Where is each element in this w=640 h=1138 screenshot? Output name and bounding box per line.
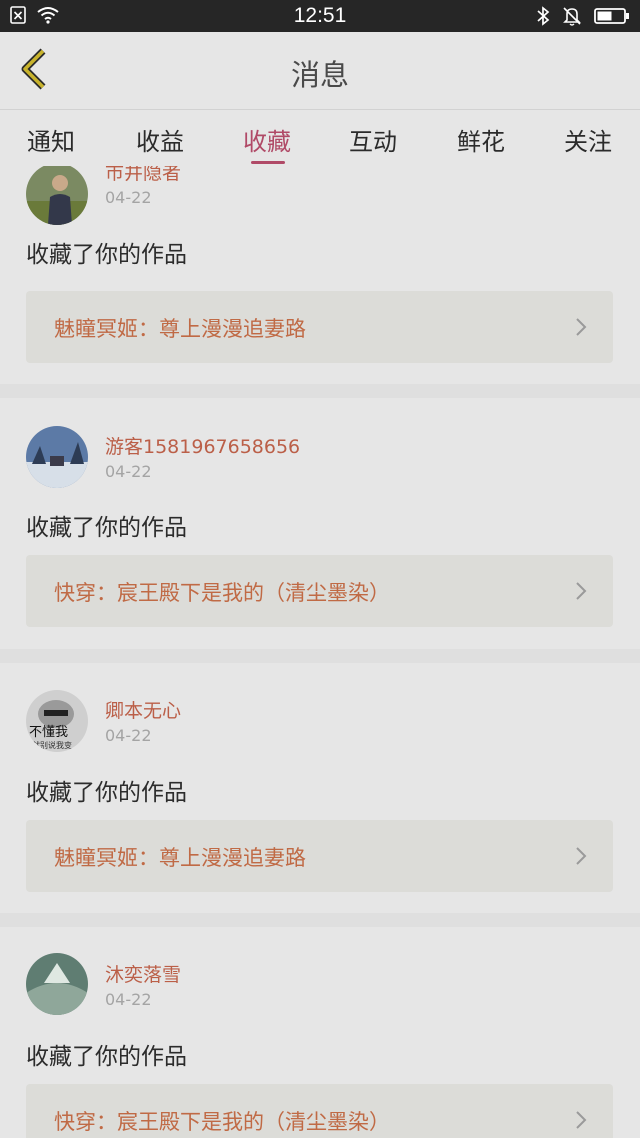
date: 04-22 bbox=[105, 990, 152, 1009]
username[interactable]: 卿本无心 bbox=[105, 696, 181, 723]
username[interactable]: 沐奕落雪 bbox=[105, 960, 181, 987]
battery-icon bbox=[594, 7, 630, 29]
tab-bar: 通知 收益 收藏 互动 鲜花 关注 bbox=[0, 110, 640, 166]
list-item: 沐奕落雪 04-22 收藏了你的作品 快穿：宸王殿下是我的（清尘墨染） bbox=[0, 927, 640, 1138]
chevron-right-icon bbox=[575, 317, 587, 341]
action-text: 收藏了你的作品 bbox=[26, 242, 187, 268]
status-right-icons bbox=[536, 6, 630, 30]
action-text: 收藏了你的作品 bbox=[26, 515, 187, 541]
list-item: 市井隐者 04-22 收藏了你的作品 魅瞳冥姬：尊上漫漫追妻路 bbox=[0, 166, 640, 388]
tab-favorites[interactable]: 收藏 bbox=[227, 122, 307, 157]
action-text: 收藏了你的作品 bbox=[26, 1044, 187, 1070]
separator bbox=[0, 649, 640, 663]
date: 04-22 bbox=[105, 726, 152, 745]
tab-interactions[interactable]: 互动 bbox=[333, 122, 413, 157]
favorites-list[interactable]: 市井隐者 04-22 收藏了你的作品 魅瞳冥姬：尊上漫漫追妻路 游客158196… bbox=[0, 166, 640, 1138]
separator bbox=[0, 384, 640, 398]
work-link[interactable]: 魅瞳冥姬：尊上漫漫追妻路 bbox=[26, 291, 613, 363]
bluetooth-icon bbox=[536, 6, 550, 30]
work-link[interactable]: 魅瞳冥姬：尊上漫漫追妻路 bbox=[26, 820, 613, 892]
page-title: 消息 bbox=[290, 58, 349, 92]
chevron-right-icon bbox=[575, 581, 587, 605]
list-item: 不懂我 就别说我变 卿本无心 04-22 收藏了你的作品 魅瞳冥姬：尊上漫漫追妻… bbox=[0, 663, 640, 915]
list-item: 游客1581967658656 04-22 收藏了你的作品 快穿：宸王殿下是我的… bbox=[0, 398, 640, 650]
action-text: 收藏了你的作品 bbox=[26, 780, 187, 806]
date: 04-22 bbox=[105, 462, 152, 481]
avatar-text: 就别说我变 bbox=[32, 740, 72, 750]
work-title: 快穿：宸王殿下是我的（清尘墨染） bbox=[54, 1110, 390, 1134]
avatar[interactable] bbox=[26, 166, 88, 225]
tab-earnings[interactable]: 收益 bbox=[120, 122, 200, 157]
tab-following[interactable]: 关注 bbox=[548, 122, 628, 157]
tab-notifications[interactable]: 通知 bbox=[11, 122, 91, 157]
status-bar: 12:51 bbox=[0, 0, 640, 32]
active-tab-indicator bbox=[251, 161, 285, 164]
avatar[interactable] bbox=[26, 426, 88, 488]
avatar-text: 不懂我 bbox=[29, 725, 68, 740]
work-link[interactable]: 快穿：宸王殿下是我的（清尘墨染） bbox=[26, 555, 613, 627]
work-title: 魅瞳冥姬：尊上漫漫追妻路 bbox=[54, 846, 306, 870]
separator bbox=[0, 913, 640, 927]
work-title: 魅瞳冥姬：尊上漫漫追妻路 bbox=[54, 317, 306, 341]
work-link[interactable]: 快穿：宸王殿下是我的（清尘墨染） bbox=[26, 1084, 613, 1138]
avatar[interactable] bbox=[26, 953, 88, 1015]
chevron-right-icon bbox=[575, 846, 587, 870]
username[interactable]: 市井隐者 bbox=[105, 166, 181, 185]
username[interactable]: 游客1581967658656 bbox=[105, 432, 300, 459]
tab-flowers[interactable]: 鲜花 bbox=[441, 122, 521, 157]
avatar[interactable]: 不懂我 就别说我变 bbox=[26, 690, 88, 752]
chevron-right-icon bbox=[575, 1110, 587, 1134]
notifications-muted-icon bbox=[562, 6, 582, 30]
header: 消息 bbox=[0, 32, 640, 110]
date: 04-22 bbox=[105, 188, 152, 207]
work-title: 快穿：宸王殿下是我的（清尘墨染） bbox=[54, 581, 390, 605]
